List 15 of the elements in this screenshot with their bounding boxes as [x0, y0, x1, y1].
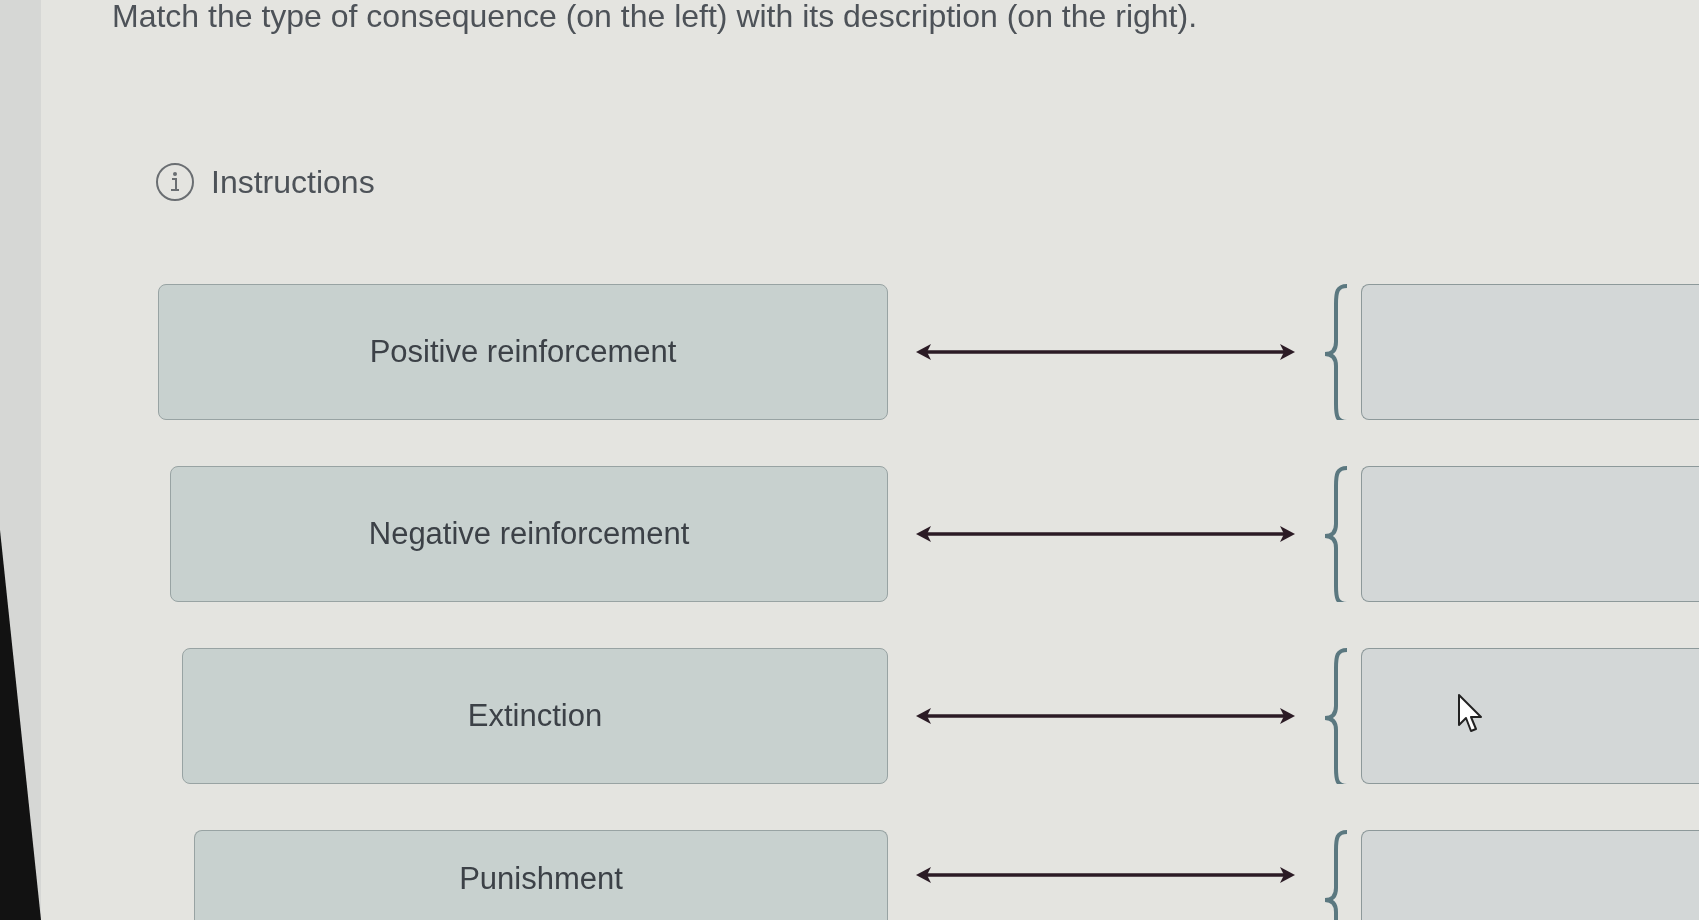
pointer-cursor-icon [1457, 693, 1484, 735]
curly-brace-icon [1322, 466, 1350, 602]
curly-brace-icon [1322, 648, 1350, 784]
term-card[interactable]: Positive reinforcement [158, 284, 888, 420]
answer-drop-zone[interactable] [1361, 284, 1699, 420]
answer-drop-zone[interactable] [1361, 466, 1699, 602]
term-card[interactable]: Extinction [182, 648, 888, 784]
answer-drop-zone[interactable] [1361, 830, 1699, 920]
term-card[interactable]: Negative reinforcement [170, 466, 888, 602]
curly-brace-icon [1322, 284, 1350, 420]
answer-drop-zone[interactable] [1361, 648, 1699, 784]
question-prompt: Match the type of consequence (on the left) with its description (on the right). [112, 0, 1197, 36]
instructions-toggle[interactable]: Instructions [211, 162, 375, 202]
info-icon [155, 162, 195, 202]
term-card[interactable]: Punishment [194, 830, 888, 920]
